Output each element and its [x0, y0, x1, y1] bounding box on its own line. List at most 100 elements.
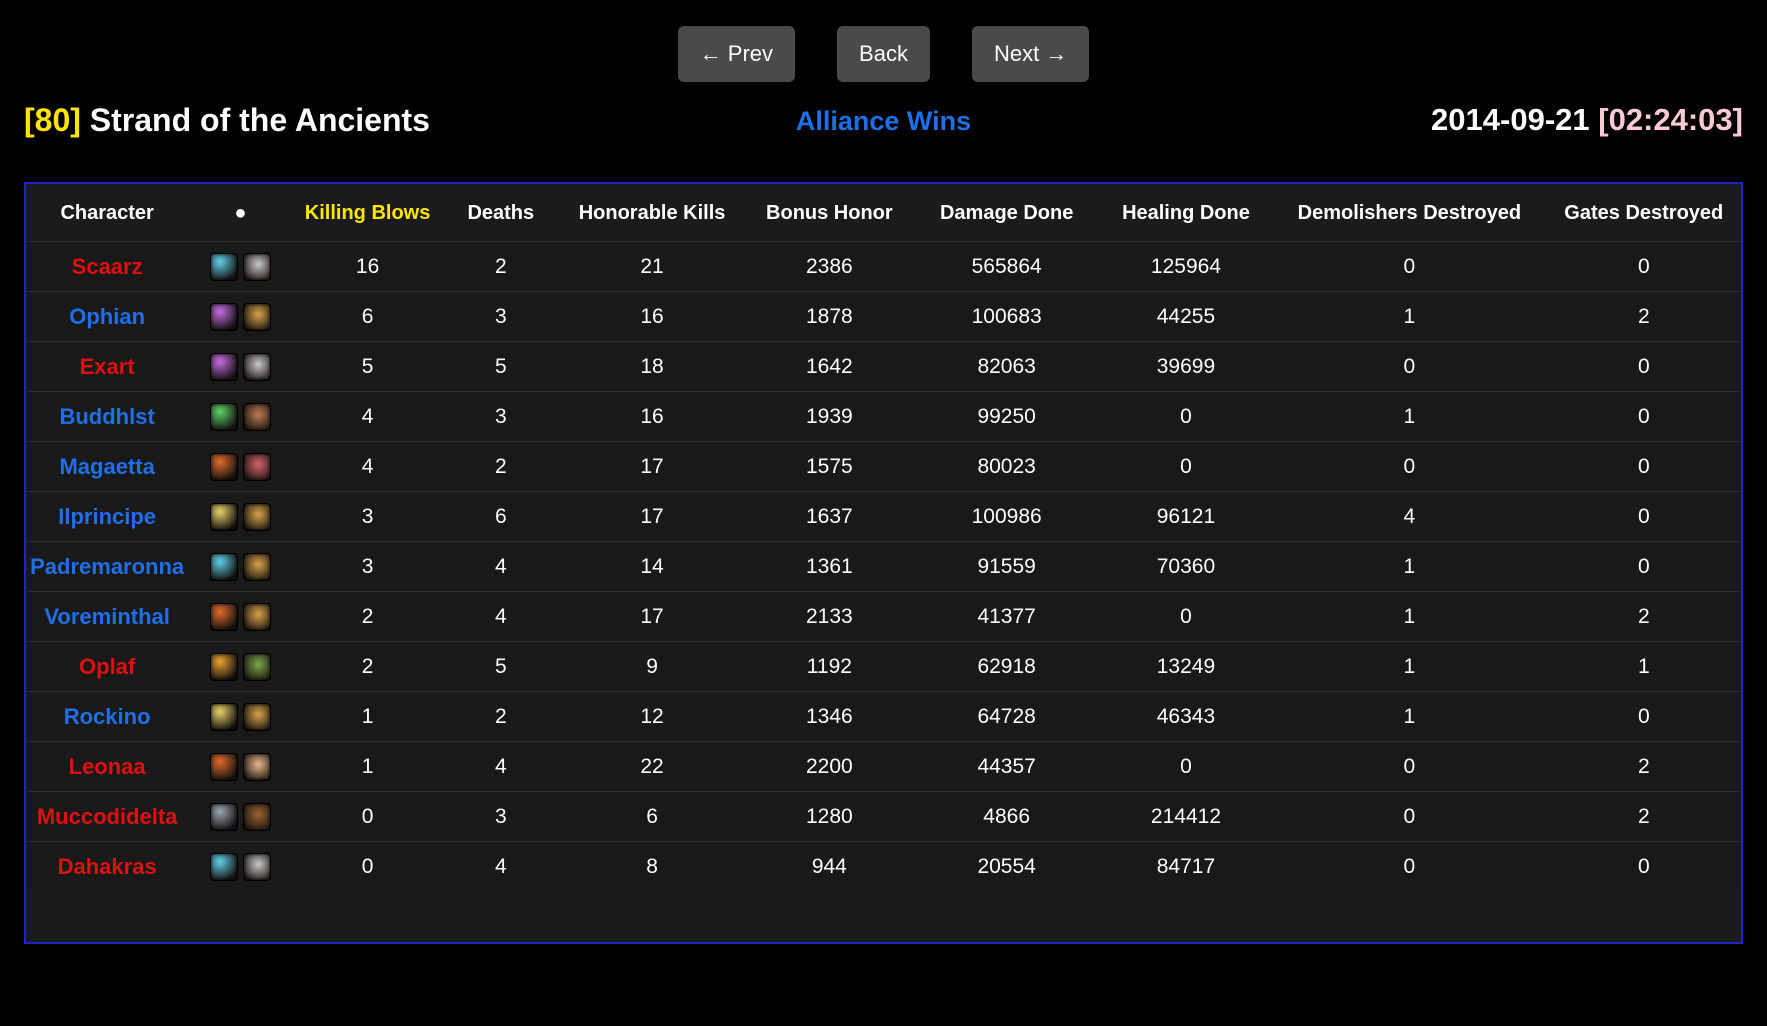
- next-button[interactable]: Next →: [971, 26, 1090, 82]
- hunter-marks-icon: [209, 402, 238, 431]
- table-row[interactable]: Buddhlst 4 3 16 1939 99250 0 1 0: [26, 391, 1741, 442]
- class-race-icons: [188, 741, 293, 792]
- cell-honorable-kills: 12: [558, 691, 746, 742]
- frost-dk-icon: [209, 252, 238, 281]
- character-name[interactable]: Scaarz: [26, 241, 189, 292]
- cell-healing-done: 46343: [1099, 691, 1273, 742]
- character-name[interactable]: Magaetta: [26, 441, 189, 492]
- cell-honorable-kills: 9: [558, 641, 746, 692]
- scoreboard-container: Character ● Killing Blows Deaths Honorab…: [24, 182, 1743, 944]
- col-demolishers-destroyed[interactable]: Demolishers Destroyed: [1272, 184, 1547, 242]
- character-name[interactable]: Dahakras: [26, 841, 189, 892]
- cell-killing-blows: 0: [292, 791, 443, 842]
- match-header: [80] Strand of the Ancients Alliance Win…: [24, 96, 1743, 170]
- cell-killing-blows: 2: [292, 591, 443, 642]
- cell-honorable-kills: 14: [558, 541, 746, 592]
- table-row[interactable]: Oplaf 2 5 9 1192 62918 13249 1 1: [26, 641, 1741, 692]
- table-row[interactable]: Exart 5 5 18 1642 82063 39699 0 0: [26, 341, 1741, 392]
- cell-bonus-honor: 1939: [745, 391, 914, 442]
- table-row[interactable]: Ilprincipe 3 6 17 1637 100986 96121 4 0: [26, 491, 1741, 542]
- col-healing-done[interactable]: Healing Done: [1099, 184, 1273, 242]
- cell-damage-done: 41377: [913, 591, 1100, 642]
- tauren-male-icon: [242, 802, 271, 831]
- cell-healing-done: 214412: [1099, 791, 1273, 842]
- cell-damage-done: 100683: [913, 291, 1100, 342]
- col-gates-destroyed[interactable]: Gates Destroyed: [1546, 184, 1741, 242]
- table-row[interactable]: Padremaronna 3 4 14 1361 91559 70360 1 0: [26, 541, 1741, 592]
- dwarf-male-icon: [242, 702, 271, 731]
- class-race-icons: [188, 241, 293, 292]
- cell-damage-done: 62918: [913, 641, 1100, 692]
- cell-honorable-kills: 17: [558, 441, 746, 492]
- cell-deaths: 5: [442, 641, 559, 692]
- character-name[interactable]: Padremaronna: [26, 541, 189, 592]
- cell-bonus-honor: 2386: [745, 241, 914, 292]
- cell-gates-destroyed: 0: [1546, 691, 1741, 742]
- prev-button[interactable]: ← Prev: [677, 26, 796, 82]
- cell-healing-done: 70360: [1099, 541, 1273, 592]
- cell-gates-destroyed: 2: [1546, 791, 1741, 842]
- col-character[interactable]: Character: [26, 184, 189, 242]
- table-row[interactable]: Voreminthal 2 4 17 2133 41377 0 1 2: [26, 591, 1741, 642]
- undead-male-icon: [242, 852, 271, 881]
- character-name[interactable]: Ophian: [26, 291, 189, 342]
- cell-gates-destroyed: 0: [1546, 241, 1741, 292]
- cell-bonus-honor: 1280: [745, 791, 914, 842]
- col-class-icon[interactable]: ●: [188, 184, 293, 242]
- match-duration: [02:24:03]: [1598, 102, 1743, 137]
- character-name[interactable]: Exart: [26, 341, 189, 392]
- cell-gates-destroyed: 2: [1546, 291, 1741, 342]
- dwarf-male-icon: [242, 502, 271, 531]
- col-killing-blows[interactable]: Killing Blows: [292, 184, 443, 242]
- class-race-icons: [188, 641, 293, 692]
- cell-damage-done: 4866: [913, 791, 1100, 842]
- cell-demolishers-destroyed: 1: [1272, 691, 1547, 742]
- col-honorable-kills[interactable]: Honorable Kills: [558, 184, 746, 242]
- table-row[interactable]: Rockino 1 2 12 1346 64728 46343 1 0: [26, 691, 1741, 742]
- character-name[interactable]: Muccodidelta: [26, 791, 189, 842]
- table-row[interactable]: Muccodidelta 0 3 6 1280 4866 214412 0 2: [26, 791, 1741, 842]
- col-damage-done[interactable]: Damage Done: [913, 184, 1100, 242]
- cell-demolishers-destroyed: 0: [1272, 341, 1547, 392]
- table-row[interactable]: Magaetta 4 2 17 1575 80023 0 0 0: [26, 441, 1741, 492]
- character-name[interactable]: Buddhlst: [26, 391, 189, 442]
- cell-honorable-kills: 21: [558, 241, 746, 292]
- cell-killing-blows: 4: [292, 391, 443, 442]
- cell-demolishers-destroyed: 0: [1272, 441, 1547, 492]
- cell-gates-destroyed: 0: [1546, 341, 1741, 392]
- table-row[interactable]: Ophian 6 3 16 1878 100683 44255 1 2: [26, 291, 1741, 342]
- cell-honorable-kills: 17: [558, 591, 746, 642]
- scoreboard-head: Character ● Killing Blows Deaths Honorab…: [26, 184, 1741, 242]
- cell-demolishers-destroyed: 1: [1272, 591, 1547, 642]
- cell-killing-blows: 5: [292, 341, 443, 392]
- class-race-icons: [188, 391, 293, 442]
- cell-bonus-honor: 944: [745, 841, 914, 892]
- character-name[interactable]: Ilprincipe: [26, 491, 189, 542]
- cell-damage-done: 100986: [913, 491, 1100, 542]
- match-date: 2014-09-21: [1431, 102, 1590, 137]
- character-name[interactable]: Oplaf: [26, 641, 189, 692]
- resto-shaman-icon: [209, 802, 238, 831]
- col-deaths[interactable]: Deaths: [442, 184, 559, 242]
- cell-deaths: 6: [442, 491, 559, 542]
- character-name[interactable]: Leonaa: [26, 741, 189, 792]
- cell-deaths: 4: [442, 591, 559, 642]
- table-row[interactable]: Dahakras 0 4 8 944 20554 84717 0 0: [26, 841, 1741, 892]
- cell-damage-done: 99250: [913, 391, 1100, 442]
- class-race-icons: [188, 291, 293, 342]
- cell-killing-blows: 1: [292, 691, 443, 742]
- cell-demolishers-destroyed: 1: [1272, 541, 1547, 592]
- table-row[interactable]: Scaarz 16 2 21 2386 565864 125964 0 0: [26, 241, 1741, 292]
- winner-label: Alliance Wins: [795, 106, 972, 136]
- cell-deaths: 2: [442, 241, 559, 292]
- character-name[interactable]: Rockino: [26, 691, 189, 742]
- cell-demolishers-destroyed: 0: [1272, 841, 1547, 892]
- character-name[interactable]: Voreminthal: [26, 591, 189, 642]
- cell-healing-done: 13249: [1099, 641, 1273, 692]
- class-race-icons: [188, 491, 293, 542]
- back-button[interactable]: Back: [837, 26, 930, 82]
- class-race-icons: [188, 691, 293, 742]
- cell-deaths: 5: [442, 341, 559, 392]
- col-bonus-honor[interactable]: Bonus Honor: [745, 184, 914, 242]
- table-row[interactable]: Leonaa 1 4 22 2200 44357 0 0 2: [26, 741, 1741, 792]
